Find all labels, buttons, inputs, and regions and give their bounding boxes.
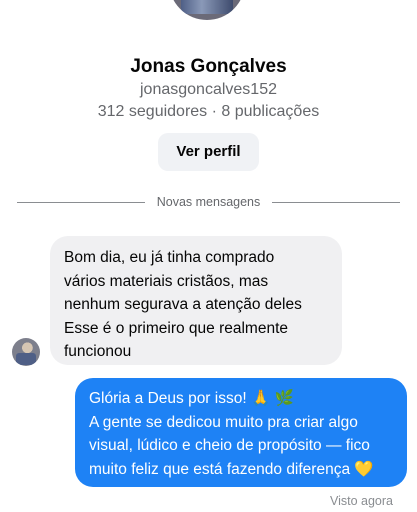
incoming-message-bubble[interactable]: Bom dia, eu já tinha comprado vários mat…: [50, 236, 342, 365]
message-line: vários materiais cristãos, mas: [64, 272, 269, 290]
profile-username: jonasgoncalves152: [140, 81, 277, 98]
message-line: Glória a Deus por isso! 🙏 🌿: [89, 390, 294, 407]
profile-stats: 312 seguidores · 8 publicações: [97, 103, 320, 120]
message-line: funcionou: [64, 343, 132, 360]
message-line: muito feliz que está fazendo diferença 💛: [89, 460, 374, 478]
seen-status: Visto agora: [329, 494, 393, 508]
divider-line-right: [272, 202, 400, 203]
message-line: Bom dia, eu já tinha comprado: [64, 249, 275, 266]
profile-name: Jonas Gonçalves: [130, 56, 287, 77]
outgoing-message-bubble[interactable]: Glória a Deus por isso! 🙏 🌿 A gente se d…: [75, 378, 407, 487]
new-messages-divider: Novas mensagens: [17, 194, 400, 212]
message-line: Esse é o primeiro que realmente: [64, 319, 289, 337]
message-line: nenhum segurava a atenção deles: [64, 296, 302, 313]
sender-avatar[interactable]: [12, 338, 40, 366]
profile-avatar[interactable]: [169, 0, 245, 20]
message-line: visual, lúdico e cheio de propósito — fi…: [89, 437, 370, 454]
view-profile-button[interactable]: Ver perfil: [158, 133, 259, 171]
message-line: A gente se dedicou muito pra criar algo: [89, 413, 358, 431]
